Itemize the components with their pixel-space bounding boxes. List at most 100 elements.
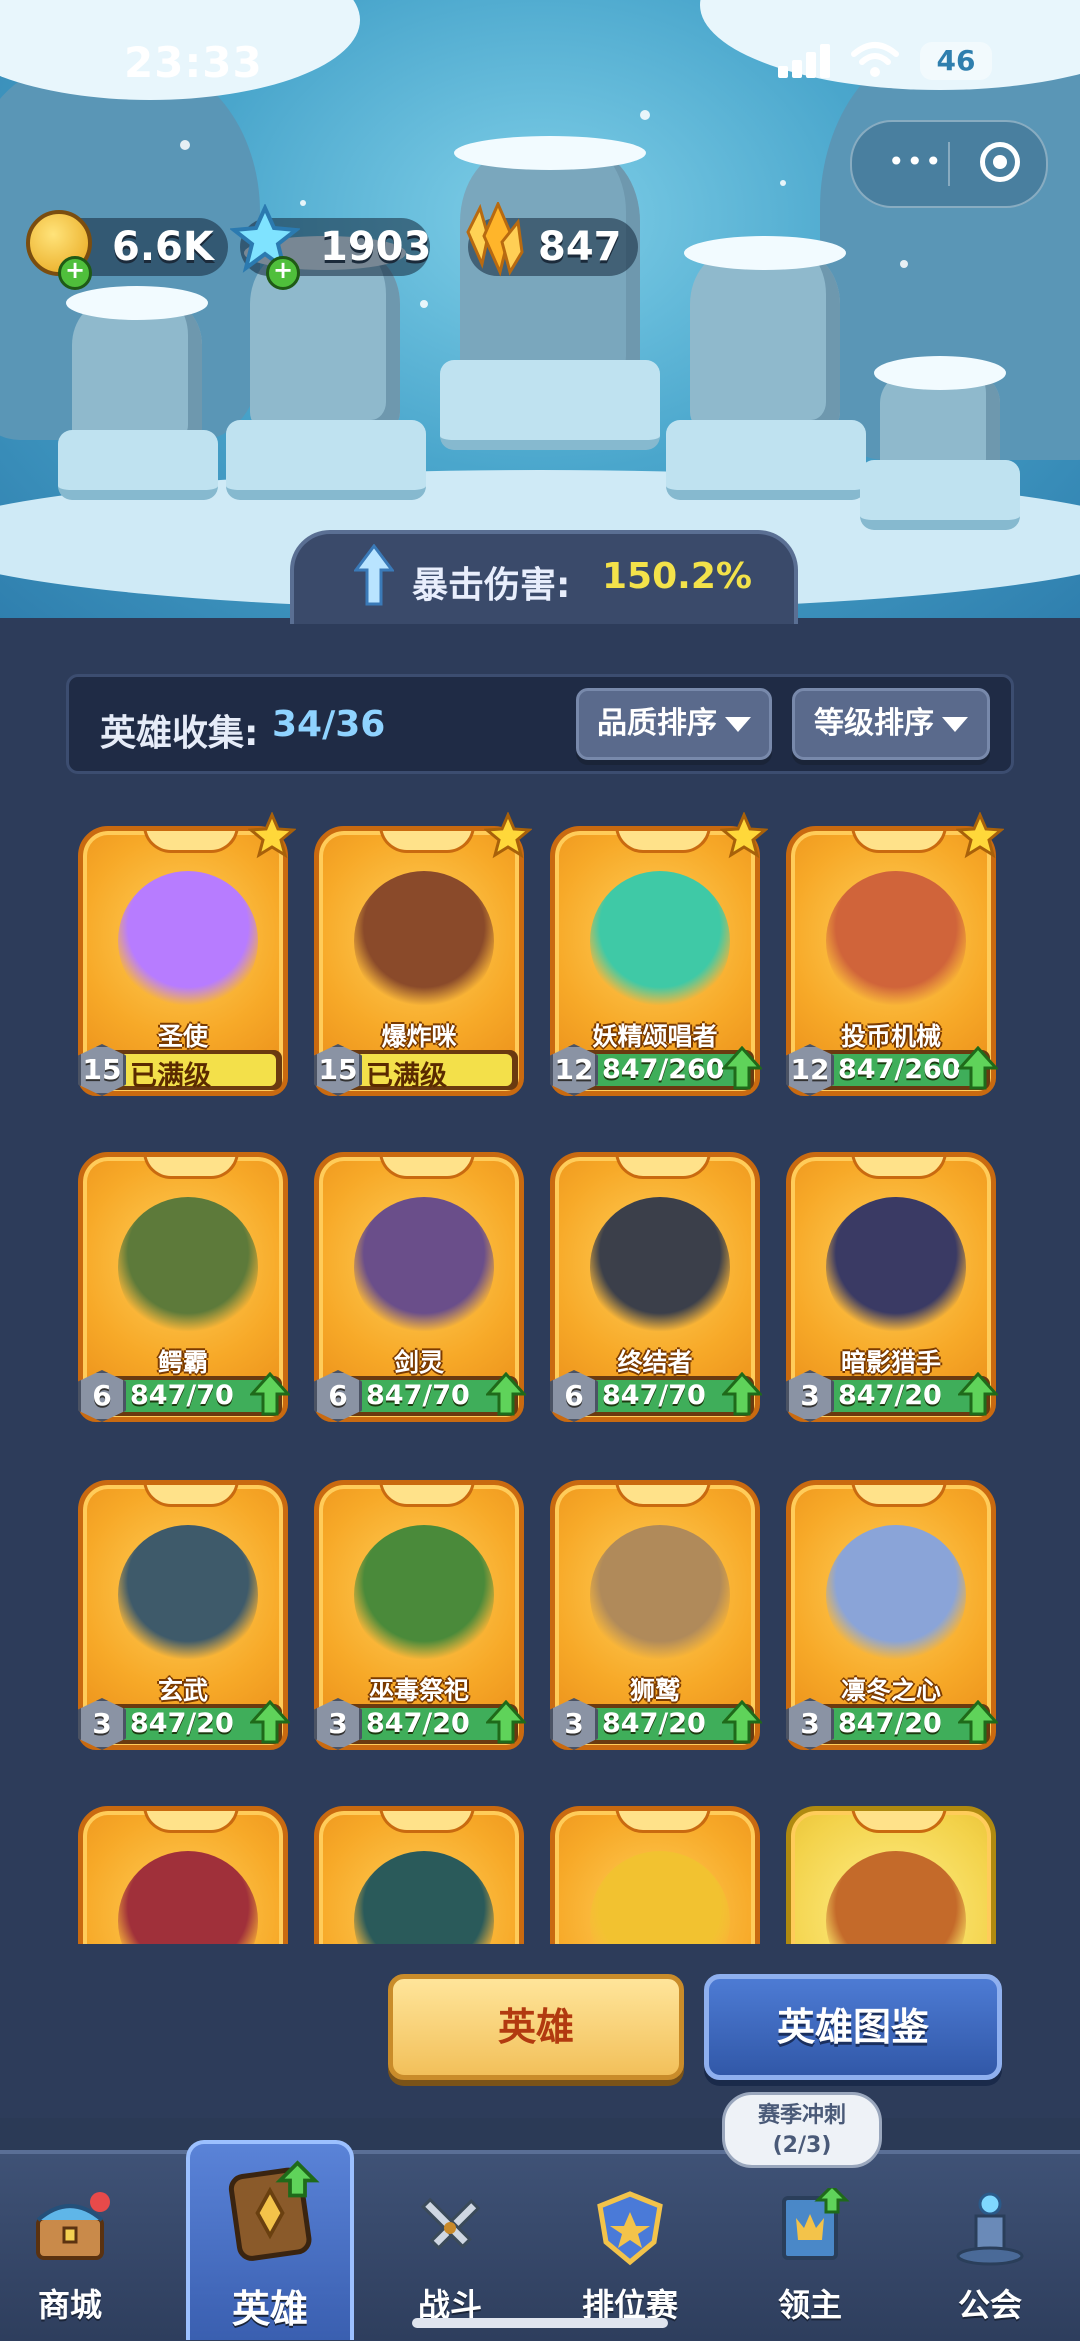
- collection-count: 34/36: [272, 704, 386, 745]
- hero-portrait: [118, 871, 258, 1011]
- heroes-tab-button[interactable]: 英雄: [388, 1974, 684, 2080]
- hero-portrait: [354, 1197, 494, 1337]
- tab-ranked[interactable]: 排位赛: [550, 2150, 710, 2337]
- dropdown-triangle-icon: [942, 717, 968, 732]
- add-gem-icon[interactable]: +: [266, 256, 300, 290]
- hero-portrait: [354, 871, 494, 1011]
- battery-indicator: 46: [920, 42, 992, 80]
- hero-progress-text: 847/260: [838, 1054, 961, 1085]
- lord-banner-icon: [782, 2188, 850, 2260]
- tab-lord[interactable]: 领主: [730, 2150, 890, 2337]
- capsule-divider: [948, 142, 950, 186]
- hero-card[interactable]: 玄武 847/20 3: [78, 1480, 290, 1780]
- gold-value: 6.6K: [112, 224, 214, 270]
- season-sprint-bubble[interactable]: 赛季冲刺 (2/3): [722, 2092, 882, 2168]
- hero-codex-button[interactable]: 英雄图鉴: [704, 1974, 1002, 2080]
- hero-card-frame: [314, 1806, 524, 1944]
- treasure-chest-icon: [36, 2192, 110, 2260]
- status-time: 23:33: [124, 38, 263, 87]
- upgrade-arrow-icon: [250, 1372, 290, 1416]
- hero-card[interactable]: 终结者 847/70 6: [550, 1152, 762, 1452]
- gold-coin-counter[interactable]: + 6.6K: [26, 210, 228, 290]
- tab-heroes-label: 英雄: [231, 2287, 308, 2331]
- hero-progress-text: 847/20: [838, 1380, 942, 1411]
- hero-portrait: [354, 1851, 494, 1944]
- hero-card[interactable]: [78, 1806, 288, 1944]
- hero-portrait: [118, 1197, 258, 1337]
- tab-battle[interactable]: 战斗: [370, 2150, 530, 2337]
- tab-lord-label: 领主: [777, 2286, 842, 2324]
- rank-shield-icon: [597, 2191, 663, 2266]
- hero-portrait: [826, 1525, 966, 1665]
- hero-progress-text: 847/70: [130, 1380, 234, 1411]
- hero-portrait: [354, 1525, 494, 1665]
- collection-label: 英雄收集:: [100, 713, 259, 754]
- hero-portrait: [118, 1525, 258, 1665]
- hero-progress-text: 847/20: [130, 1708, 234, 1739]
- upgrade-arrow-icon: [722, 1700, 762, 1744]
- star-icon: [956, 812, 1004, 859]
- hero-progress-text: 已满级: [366, 1061, 447, 1092]
- hero-card-frame: [78, 1806, 288, 1944]
- upgrade-arrow-icon: [250, 1700, 290, 1744]
- ice-temple-scene: [0, 0, 1080, 620]
- hero-card[interactable]: 凛冬之心 847/20 3: [786, 1480, 998, 1780]
- upgrade-arrow-icon: [722, 1372, 762, 1416]
- hero-card[interactable]: 妖精颂唱者 847/260 12: [550, 812, 768, 1126]
- hero-card[interactable]: 剑灵 847/70 6: [314, 1152, 526, 1452]
- hero-grid: 圣使 已满级 15 爆炸咪 已满级 15 妖精颂唱者 847/260 12 投币机械 847/260…: [66, 810, 1014, 1944]
- tab-guild[interactable]: 公会: [910, 2150, 1070, 2337]
- cellular-signal-icon: [778, 44, 836, 78]
- orange-crystal-icon: [466, 202, 524, 277]
- hero-progress-text: 已满级: [130, 1061, 211, 1092]
- hero-card[interactable]: 狮鹫 847/20 3: [550, 1480, 762, 1780]
- season-sprint-title: 赛季冲刺: [757, 2103, 846, 2128]
- hero-portrait: [826, 1851, 966, 1944]
- tab-heroes[interactable]: 英雄: [190, 2150, 350, 2337]
- add-gold-icon[interactable]: +: [58, 256, 92, 290]
- gem-counter[interactable]: + 1903: [230, 204, 432, 290]
- crit-damage-value: 150.2%: [602, 556, 752, 597]
- home-indicator[interactable]: [412, 2318, 668, 2328]
- star-icon: [720, 812, 768, 859]
- crystal-counter[interactable]: 847: [466, 202, 638, 277]
- dropdown-triangle-icon: [725, 717, 751, 732]
- hero-portrait: [590, 1851, 730, 1944]
- hero-progress-text: 847/20: [366, 1708, 470, 1739]
- hero-name: 爆炸咪: [381, 1022, 457, 1051]
- hero-card[interactable]: 鳄霸 847/70 6: [78, 1152, 290, 1452]
- hero-portrait: [590, 1525, 730, 1665]
- hero-card-frame: [550, 1806, 760, 1944]
- hero-card[interactable]: 巫毒祭祀 847/20 3: [314, 1480, 526, 1780]
- hero-portrait: [590, 871, 730, 1011]
- crit-damage-banner: 暴击伤害: 150.2%: [290, 530, 798, 624]
- quality-sort-button[interactable]: 品质排序: [576, 688, 772, 760]
- crystal-value: 847: [538, 224, 622, 270]
- miniprogram-capsule[interactable]: •••: [850, 120, 1048, 208]
- hero-portrait: [826, 871, 966, 1011]
- guild-tower-icon: [956, 2192, 1024, 2266]
- level-sort-button[interactable]: 等级排序: [792, 688, 990, 760]
- star-icon: [248, 812, 296, 859]
- hero-card-icon: [228, 2160, 320, 2261]
- gem-value: 1903: [320, 224, 432, 270]
- hero-card[interactable]: 暗影猎手 847/20 3: [786, 1152, 998, 1452]
- hero-card[interactable]: 投币机械 847/260 12: [786, 812, 1004, 1126]
- tab-shop[interactable]: 商城: [0, 2150, 150, 2337]
- upgrade-arrow-icon: [486, 1700, 526, 1744]
- hero-card[interactable]: 圣使 已满级 15: [78, 812, 296, 1126]
- hero-portrait: [826, 1197, 966, 1337]
- upgrade-arrow-icon: [722, 1046, 762, 1090]
- hero-card[interactable]: [786, 1806, 996, 1944]
- hero-progress-text: 847/260: [602, 1054, 725, 1085]
- hero-card[interactable]: [550, 1806, 760, 1944]
- hero-card[interactable]: [314, 1806, 524, 1944]
- quality-sort-label: 品质排序: [597, 706, 717, 741]
- more-options-icon[interactable]: •••: [888, 148, 944, 176]
- hero-portrait: [118, 1851, 258, 1944]
- level-sort-label: 等级排序: [814, 706, 934, 741]
- hero-progress-text: 847/20: [838, 1708, 942, 1739]
- hero-card[interactable]: 爆炸咪 已满级 15: [314, 812, 532, 1126]
- close-miniprogram-icon[interactable]: [980, 142, 1020, 182]
- wifi-icon: [851, 42, 899, 77]
